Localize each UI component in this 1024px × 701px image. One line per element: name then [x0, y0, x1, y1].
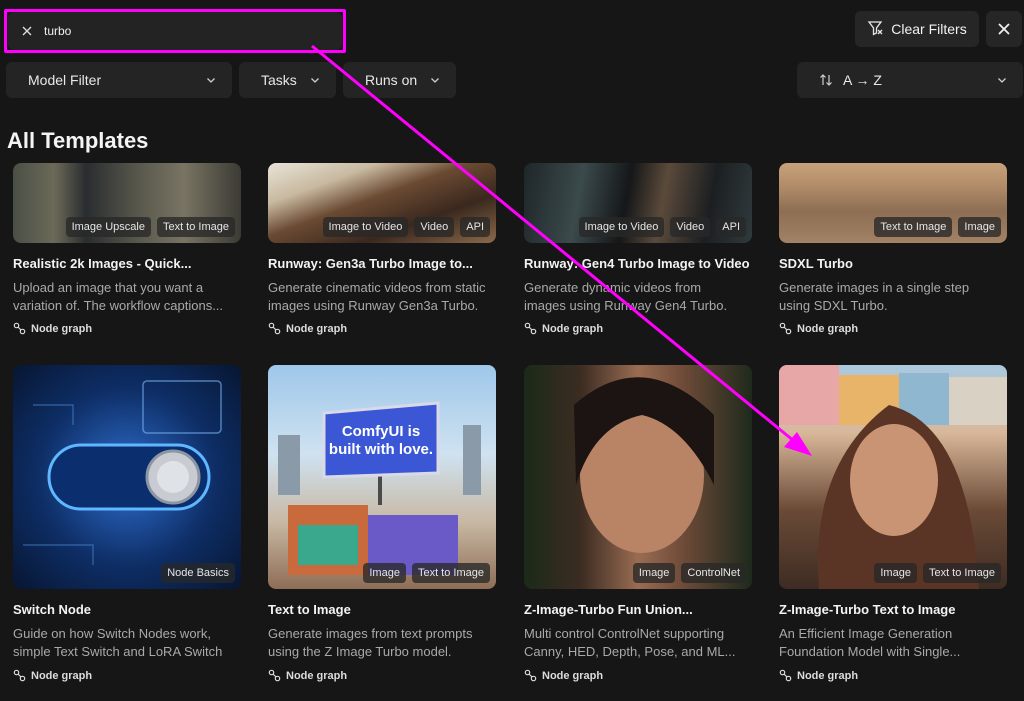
- clear-filters-label: Clear Filters: [891, 21, 967, 37]
- chevron-down-icon: [311, 78, 319, 83]
- card-title: Runway: Gen4 Turbo Image to Video: [524, 256, 750, 271]
- card-thumbnail: Text to Image Image: [779, 163, 1007, 243]
- card-description: Guide on how Switch Nodes work, simple T…: [13, 626, 223, 659]
- switch-illustration: [23, 380, 222, 565]
- card-footer: Node graph: [779, 669, 858, 682]
- chevron-down-icon: [998, 78, 1006, 83]
- card-thumbnail: ComfyUI is built with love. Image Text to…: [268, 365, 496, 589]
- card-description: Upload an image that you want a variatio…: [13, 280, 224, 313]
- close-icon: [998, 23, 1010, 35]
- card-footer: Node graph: [524, 322, 603, 335]
- card-description: Generate dynamic videos from images usin…: [524, 280, 728, 313]
- tag: Text to Image: [922, 563, 1001, 583]
- tag: Image: [363, 563, 406, 583]
- node-graph-icon: [524, 669, 537, 682]
- tasks-label: Tasks: [261, 72, 297, 88]
- annotation-arrow: [311, 44, 812, 456]
- sort-label: A → Z: [843, 72, 882, 88]
- tag: Image: [958, 217, 1001, 237]
- card-footer: Node graph: [268, 322, 347, 335]
- card-title: Realistic 2k Images - Quick...: [13, 256, 192, 271]
- card-title: Z-Image-Turbo Text to Image: [779, 602, 956, 617]
- search-input[interactable]: [44, 24, 294, 38]
- billboard-text: ComfyUI is built with love.: [324, 423, 438, 459]
- card-footer-label: Node graph: [31, 669, 93, 682]
- node-graph-icon: [779, 669, 792, 682]
- clear-filters-button[interactable]: Clear Filters: [855, 11, 979, 47]
- tag: API: [460, 217, 490, 237]
- tag: Text to Image: [411, 563, 490, 583]
- card-footer-label: Node graph: [286, 322, 348, 335]
- sort-dropdown[interactable]: A → Z: [797, 62, 1023, 98]
- card-description: Multi control ControlNet supporting Cann…: [524, 626, 736, 659]
- card-thumbnail: Image Upscale Text to Image: [13, 163, 241, 243]
- node-graph-icon: [13, 322, 26, 335]
- tag: API: [716, 217, 746, 237]
- card-title: Switch Node: [13, 602, 92, 617]
- section-title: All Templates: [7, 128, 149, 153]
- card-title: Z-Image-Turbo Fun Union...: [524, 602, 693, 617]
- search-bar[interactable]: [8, 12, 342, 50]
- portrait-illustration: [779, 365, 1007, 589]
- tag: Video: [414, 217, 455, 237]
- card-footer: Node graph: [13, 322, 92, 335]
- card-title: Runway: Gen3a Turbo Image to...: [268, 256, 473, 271]
- card-title: Text to Image: [268, 602, 351, 617]
- tasks-dropdown[interactable]: Tasks: [239, 62, 336, 98]
- tag: ControlNet: [681, 563, 746, 583]
- chevron-down-icon: [207, 78, 215, 83]
- chevron-down-icon: [431, 78, 439, 83]
- card-footer-label: Node graph: [542, 322, 604, 335]
- tag: Image Upscale: [65, 217, 151, 237]
- runs-on-label: Runs on: [365, 72, 418, 88]
- node-graph-icon: [524, 322, 537, 335]
- billboard-illustration: [278, 401, 481, 575]
- billboard-line-1: ComfyUI is: [341, 423, 421, 440]
- tag: Text to Image: [156, 217, 235, 237]
- tag: Image: [874, 563, 917, 583]
- card-thumbnail: Node Basics: [13, 365, 241, 589]
- card-thumbnail: Image Text to Image: [779, 365, 1007, 589]
- filter-clear-icon: [867, 20, 883, 39]
- node-graph-icon: [268, 322, 281, 335]
- card-footer: Node graph: [268, 669, 347, 682]
- card-title: SDXL Turbo: [779, 256, 853, 271]
- tag: Image: [632, 563, 676, 583]
- clear-search-icon[interactable]: [20, 24, 34, 38]
- card-description: An Efficient Image Generation Foundation…: [779, 626, 961, 659]
- card-footer-label: Node graph: [542, 669, 604, 682]
- tag: Node Basics: [161, 563, 235, 583]
- card-description: Generate images in a single step using S…: [779, 280, 970, 313]
- tag: Image to Video: [578, 217, 665, 237]
- card-thumbnail: Image ControlNet: [524, 365, 752, 589]
- card-thumbnail: Image to Video Video API: [268, 163, 496, 243]
- card-footer-label: Node graph: [286, 669, 348, 682]
- node-graph-icon: [268, 669, 281, 682]
- card-description: Generate images from text prompts using …: [268, 626, 473, 659]
- card-footer-label: Node graph: [797, 669, 859, 682]
- model-filter-label: Model Filter: [28, 72, 102, 88]
- tag: Text to Image: [874, 217, 953, 237]
- node-graph-icon: [13, 669, 26, 682]
- card-footer: Node graph: [779, 322, 858, 335]
- card-footer-label: Node graph: [797, 322, 859, 335]
- billboard-line-2: built with love.: [328, 441, 434, 458]
- card-footer-label: Node graph: [31, 322, 93, 335]
- tag: Video: [670, 217, 711, 237]
- portrait-illustration: [574, 377, 714, 553]
- runs-on-dropdown[interactable]: Runs on: [343, 62, 456, 98]
- close-button[interactable]: [986, 11, 1022, 47]
- card-footer: Node graph: [524, 669, 603, 682]
- card-thumbnail: Image to Video Video API: [524, 163, 752, 243]
- model-filter-dropdown[interactable]: Model Filter: [6, 62, 232, 98]
- card-description: Generate cinematic videos from static im…: [268, 280, 486, 313]
- sort-icon: [820, 74, 832, 86]
- card-footer: Node graph: [13, 669, 92, 682]
- tag: Image to Video: [322, 217, 409, 237]
- node-graph-icon: [779, 322, 792, 335]
